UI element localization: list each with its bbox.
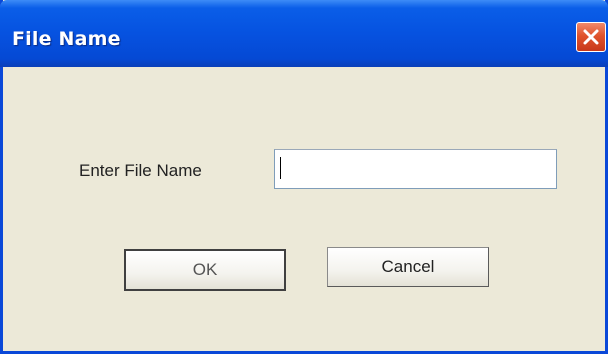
ok-button[interactable]: OK xyxy=(124,249,286,291)
cancel-button[interactable]: Cancel xyxy=(327,247,489,287)
file-name-input[interactable] xyxy=(274,149,557,189)
close-icon xyxy=(583,29,599,45)
dialog-body: Enter File Name OK Cancel xyxy=(3,67,605,351)
title-bar[interactable]: File Name xyxy=(0,0,608,67)
text-caret xyxy=(280,157,281,179)
file-name-dialog: File Name Enter File Name OK Cancel xyxy=(0,0,608,354)
file-name-label: Enter File Name xyxy=(79,161,202,180)
dialog-title: File Name xyxy=(12,28,121,50)
close-button[interactable] xyxy=(576,22,606,52)
